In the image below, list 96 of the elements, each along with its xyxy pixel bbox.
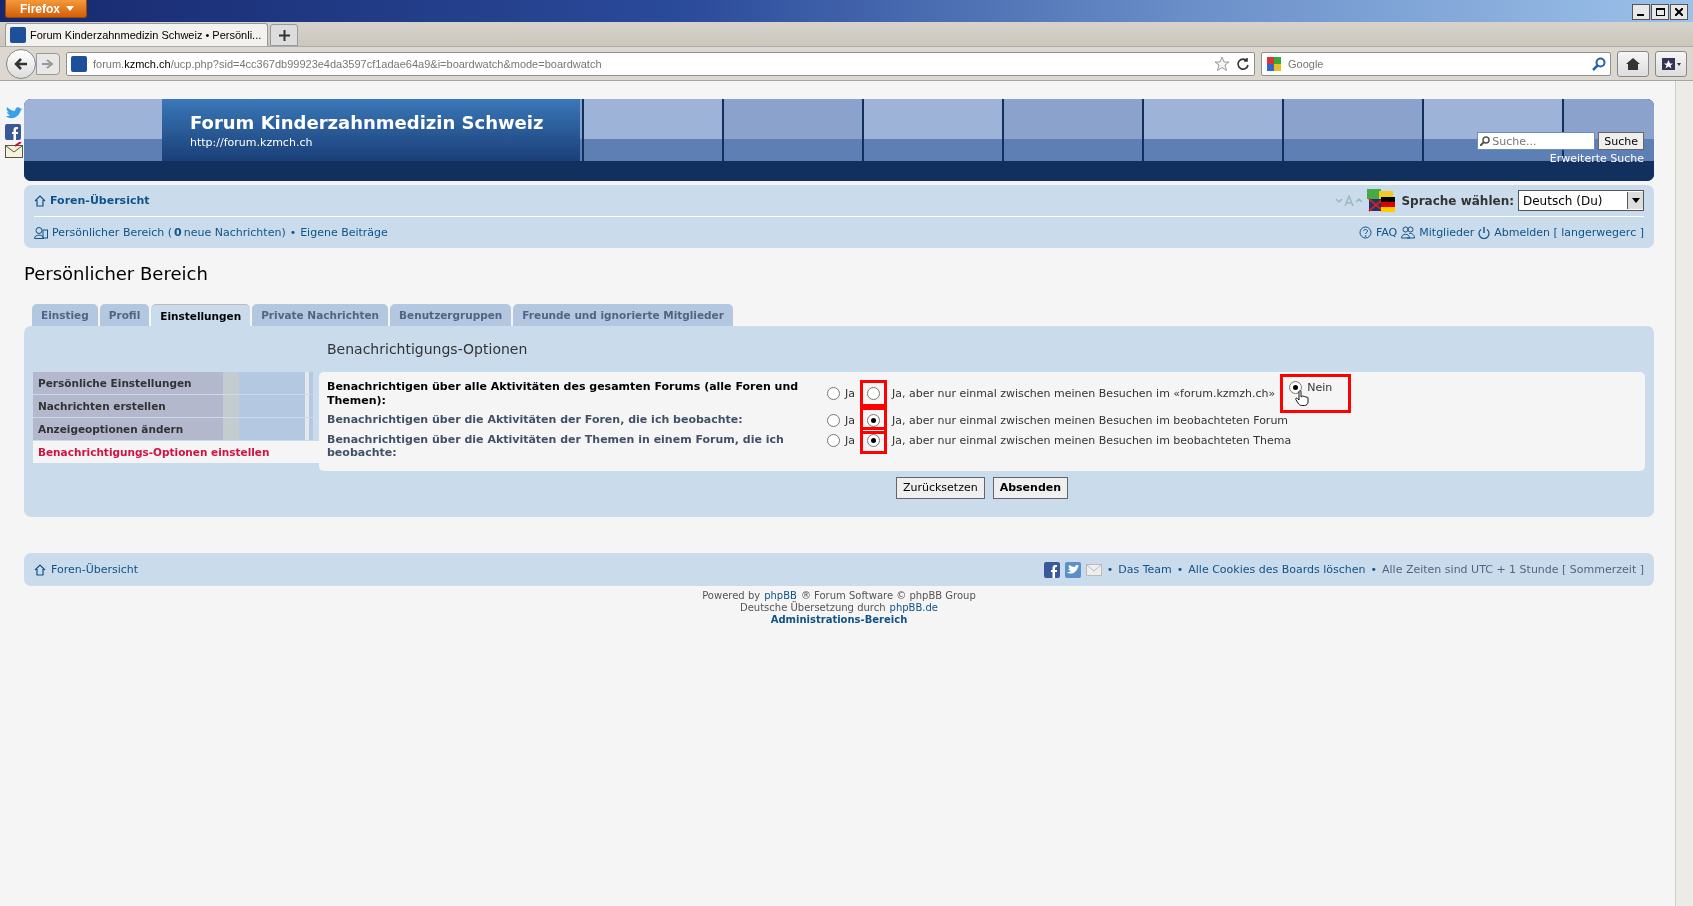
back-arrow-icon — [14, 57, 28, 70]
section-title: Benachrichtigungs-Optionen — [326, 340, 529, 359]
reload-icon[interactable] — [1236, 56, 1250, 71]
separator: • — [1370, 563, 1378, 576]
caret-icon — [1631, 198, 1640, 203]
search-engine-icon[interactable] — [1266, 55, 1282, 72]
pointer-hand-icon — [1295, 390, 1310, 407]
minimize-button[interactable] — [1632, 4, 1650, 20]
radio-button[interactable] — [827, 387, 840, 401]
search-icon — [1480, 136, 1491, 146]
radio-button[interactable] — [827, 413, 840, 427]
tab[interactable]: Benutzergruppen — [390, 304, 512, 326]
tab[interactable]: Einstellungen — [151, 304, 251, 326]
scrollbar[interactable] — [1675, 81, 1693, 906]
page-title: Persönlicher Bereich — [24, 263, 209, 284]
user-control-panel-link[interactable]: Persönlicher Bereich (0 neue Nachrichten) — [52, 226, 286, 239]
credit-link[interactable]: Administrations-Bereich — [770, 614, 908, 626]
facebook-icon[interactable] — [1043, 561, 1060, 578]
tab[interactable]: Einstieg — [32, 304, 98, 326]
mail-icon[interactable] — [5, 142, 23, 158]
option-label: Ja, aber nur einmal zwischen meinen Besuchen im beobachteten Thema — [892, 433, 1292, 447]
radio-button[interactable] — [867, 387, 880, 401]
credit-text: Deutsche Übersetzung durch — [740, 602, 886, 614]
tab-title: Forum Kinderzahnmedizin Schweiz • Persönli... — [30, 29, 262, 41]
facebook-icon[interactable] — [5, 124, 21, 140]
url-text: forum.kzmch.ch/ucp.php?sid=4cc367db99923e4da3597cf1adae64a9&i=boardwatch&mode=boardwatch — [93, 57, 603, 70]
tab[interactable]: Private Nachrichten — [252, 304, 389, 326]
bird-icon[interactable] — [1064, 561, 1081, 578]
favicon-icon — [10, 27, 26, 43]
address-field[interactable]: forum.kzmch.ch/ucp.php?sid=4cc367db99923e4da3597cf1adae64a9&i=boardwatch&mode=boardwatch — [66, 51, 1255, 76]
members-link[interactable]: Mitglieder — [1419, 226, 1475, 239]
submit-button[interactable]: Absenden — [992, 476, 1069, 499]
maximize-button[interactable] — [1651, 4, 1669, 20]
radio-button[interactable] — [1289, 381, 1303, 395]
power-icon — [1478, 226, 1491, 239]
close-button[interactable] — [1670, 4, 1688, 20]
home-link[interactable]: Foren-Übersicht — [51, 563, 139, 576]
user-icon — [34, 226, 48, 239]
footer-link[interactable]: Alle Cookies des Boards löschen — [1188, 563, 1366, 576]
option-label: Ja, aber nur einmal zwischen meinen Besuchen im «forum.kzmzh.ch» — [892, 387, 1276, 401]
advanced-search-link[interactable]: Erweiterte Suche — [1549, 152, 1644, 165]
tab[interactable]: Freunde und ignorierte Mitglieder — [513, 304, 733, 326]
flags-icon — [1367, 188, 1398, 213]
radio-button[interactable] — [827, 433, 840, 447]
search-bar[interactable]: Google — [1261, 51, 1611, 76]
users-icon — [1401, 226, 1416, 239]
star-icon — [1661, 56, 1681, 71]
help-icon — [1358, 226, 1372, 239]
footer-link[interactable]: Das Team — [1118, 563, 1172, 576]
plus-icon — [278, 29, 290, 41]
bookmarks-button[interactable] — [1655, 50, 1687, 77]
home-link[interactable]: Foren-Übersicht — [50, 194, 150, 207]
house-icon — [1625, 56, 1641, 71]
menu-item[interactable]: Benachrichtigungs-Optionen einstellen — [33, 441, 319, 464]
option-label: Ja — [845, 413, 855, 427]
timezone-text: Alle Zeiten sind UTC + 1 Stunde [ Sommerzeit ] — [1382, 563, 1644, 576]
separator: • — [1106, 563, 1114, 576]
caret-icon — [66, 6, 74, 11]
faq-link[interactable]: FAQ — [1375, 226, 1398, 239]
home-icon — [34, 194, 46, 207]
home-icon — [34, 563, 46, 576]
close-icon — [1675, 8, 1683, 16]
language-label: Sprache wählen: — [1401, 193, 1514, 208]
separator: • — [1176, 563, 1184, 576]
own-posts-link[interactable]: Eigene Beiträge — [300, 226, 388, 239]
option-label: Ja, aber nur einmal zwischen meinen Besuchen im beobachteten Forum — [892, 413, 1289, 427]
separator: • — [289, 226, 297, 239]
radio-button[interactable] — [867, 413, 880, 427]
credit-text: Powered by — [702, 590, 761, 602]
field-label: Benachrichtigen über die Aktivitäten der Themen in einem Forum, die ich beobachte: — [327, 432, 785, 460]
star-icon[interactable] — [1214, 55, 1230, 72]
favicon-icon — [71, 55, 87, 72]
language-dropdown[interactable]: Deutsch (Du) — [1518, 190, 1644, 211]
browser-tab[interactable]: Forum Kinderzahnmedizin Schweiz • Persönli... — [5, 23, 269, 46]
credit-link[interactable]: phpBB.de — [889, 602, 938, 614]
option-label: Nein — [1307, 381, 1333, 395]
field-label: Benachrichtigen über die Aktivitäten der Foren, die ich beobachte: — [327, 412, 744, 426]
search-field[interactable]: Google — [1288, 57, 1586, 70]
new-tab-button[interactable] — [270, 24, 299, 46]
field-label: Benachrichtigen über alle Aktivitäten des gesamten Forums (alle Foren und Themen): — [327, 380, 800, 407]
forward-arrow-icon — [42, 58, 54, 69]
site-title[interactable]: Forum Kinderzahnmedizin Schweiz — [190, 111, 544, 133]
search-box[interactable]: Suche... — [1477, 132, 1596, 150]
search-button[interactable]: Suche — [1598, 132, 1644, 150]
home-button[interactable] — [1617, 50, 1649, 77]
logout-link[interactable]: Abmelden [ langerwegerc ] — [1494, 226, 1644, 239]
back-button[interactable] — [6, 48, 36, 79]
reset-button[interactable]: Zurücksetzen — [895, 476, 985, 499]
maximize-icon — [1655, 8, 1665, 16]
option-label: Ja — [845, 387, 855, 401]
tab[interactable]: Profil — [99, 304, 150, 326]
site-url: http://forum.kzmch.ch — [190, 135, 313, 149]
credit-text: ® Forum Software © phpBB Group — [800, 590, 976, 601]
search-icon[interactable] — [1592, 56, 1606, 71]
option-label: Ja — [845, 433, 855, 447]
credit-link[interactable]: phpBB — [764, 590, 797, 602]
